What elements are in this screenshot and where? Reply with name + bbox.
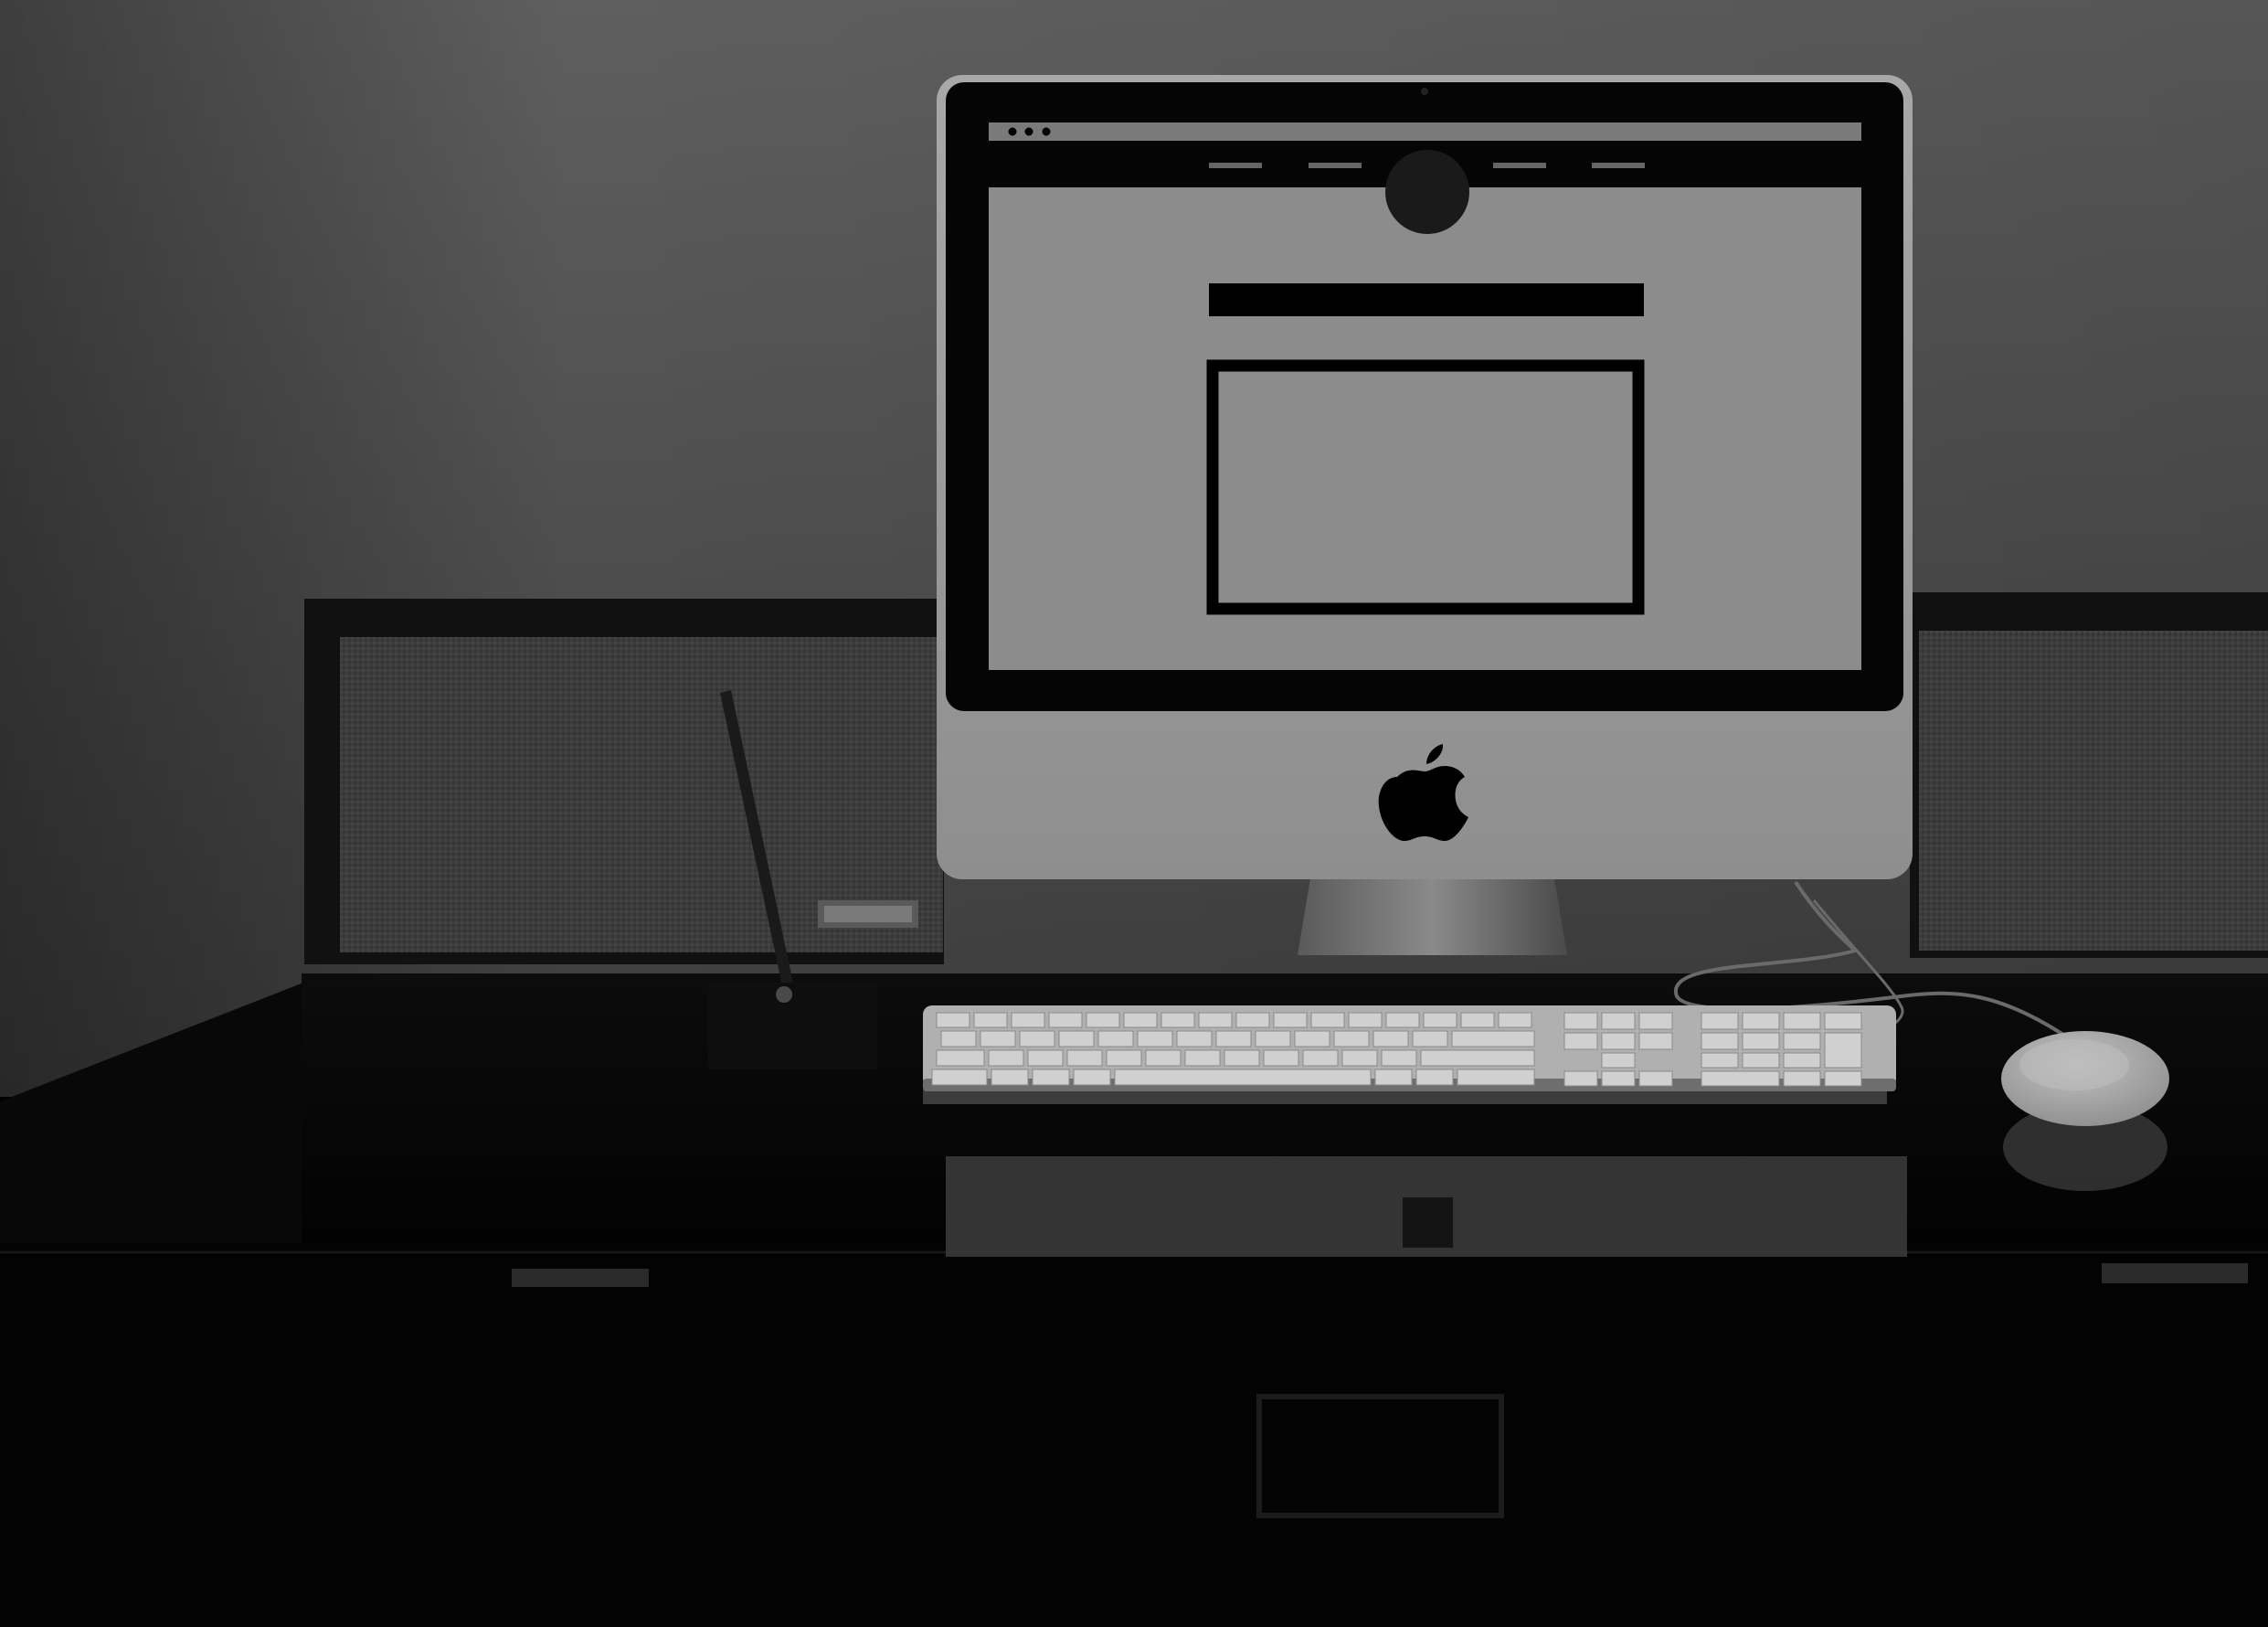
nav-link-1[interactable] (1209, 163, 1262, 168)
circle-logo-icon[interactable] (1385, 150, 1469, 234)
imac-stand (1298, 873, 1567, 955)
keyboard-nav-cluster (1563, 1012, 1673, 1087)
screen (989, 122, 1861, 670)
window-dot-minimize[interactable] (1024, 127, 1033, 136)
nav-link-3[interactable] (1493, 163, 1546, 168)
keyboard-row-2 (940, 1030, 1535, 1047)
left-speaker (304, 599, 944, 964)
drawer-handle-right (2102, 1263, 2248, 1283)
window-dot-zoom[interactable] (1042, 127, 1051, 136)
desk-photo (0, 0, 2268, 1627)
camera-dot (1421, 88, 1428, 95)
window-dot-close[interactable] (1008, 127, 1017, 136)
desk-front (0, 1243, 2268, 1627)
keyboard-row-4 (931, 1069, 1535, 1086)
nav-link-4[interactable] (1592, 163, 1645, 168)
screen-page (989, 187, 1861, 670)
mouse[interactable] (2001, 1031, 2169, 1126)
keyboard[interactable] (923, 1005, 1896, 1091)
browser-titlebar (989, 122, 1861, 141)
drawer-handle-left (512, 1269, 649, 1287)
heading-bar (1209, 283, 1644, 316)
nav-link-2[interactable] (1309, 163, 1362, 168)
photo-scene (0, 0, 2268, 1627)
right-speaker (1910, 592, 2268, 958)
